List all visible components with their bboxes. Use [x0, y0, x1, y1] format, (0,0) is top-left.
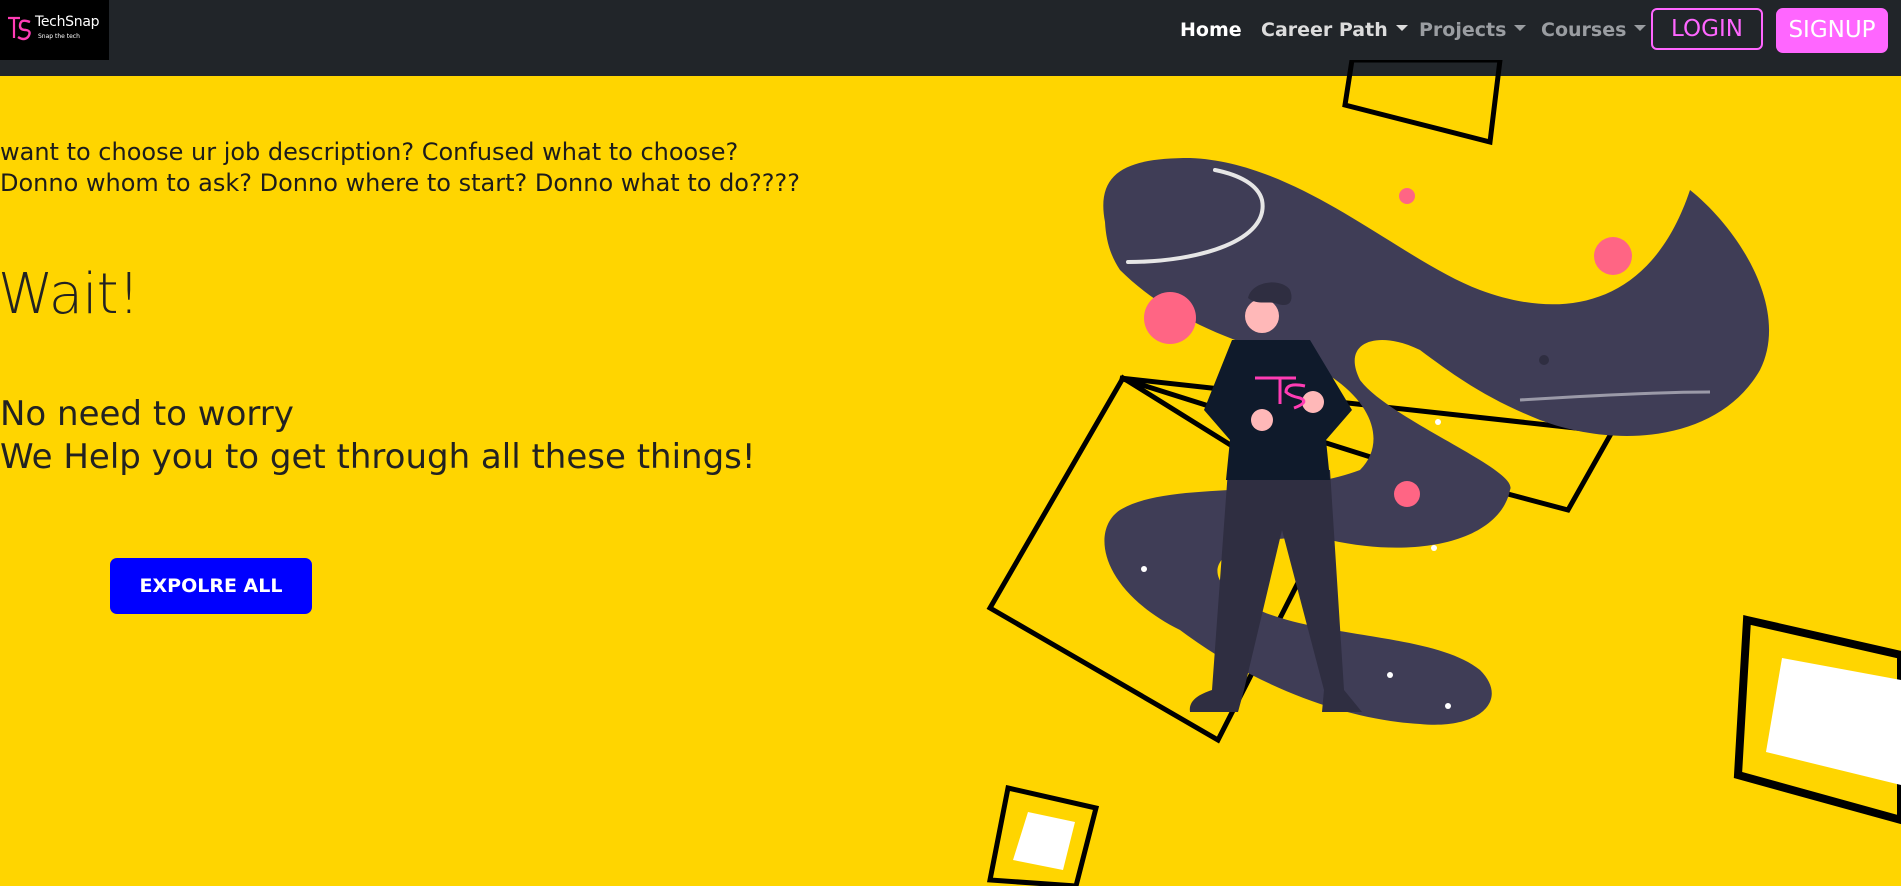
intro-line-2: Donno whom to ask? Donno where to start?…	[0, 169, 800, 197]
brand-tagline: Snap the tech	[38, 33, 80, 40]
nav-courses-label: Courses	[1541, 19, 1627, 41]
nav-home[interactable]: Home	[1180, 17, 1242, 43]
nav-career-path-label: Career Path	[1261, 19, 1388, 41]
brand-logo[interactable]: TechSnap Snap the tech	[0, 0, 109, 60]
intro-text: want to choose ur job description? Confu…	[0, 137, 900, 199]
subheading-line-1: No need to worry	[0, 394, 294, 434]
login-button[interactable]: LOGIN	[1651, 8, 1763, 50]
chevron-down-icon	[1395, 24, 1408, 31]
nav-courses[interactable]: Courses	[1541, 17, 1647, 43]
hero-heading: Wait!	[0, 262, 140, 327]
explore-all-button[interactable]: EXPOLRE ALL	[110, 558, 312, 614]
techsnap-logo-icon	[8, 16, 31, 41]
signup-button[interactable]: SIGNUP	[1776, 8, 1888, 53]
chevron-down-icon	[1514, 24, 1527, 31]
hero-illustration	[986, 60, 1901, 886]
hero-subheading: No need to worry We Help you to get thro…	[0, 393, 756, 479]
nav-home-label: Home	[1180, 19, 1242, 41]
intro-line-1: want to choose ur job description? Confu…	[0, 138, 739, 166]
nav-projects-label: Projects	[1419, 19, 1507, 41]
brand-name: TechSnap	[35, 14, 100, 30]
nav-career-path[interactable]: Career Path	[1261, 17, 1408, 43]
nav-projects[interactable]: Projects	[1419, 17, 1527, 43]
chevron-down-icon	[1634, 24, 1647, 31]
swoosh-shape	[1103, 158, 1770, 725]
subheading-line-2: We Help you to get through all these thi…	[0, 437, 756, 477]
